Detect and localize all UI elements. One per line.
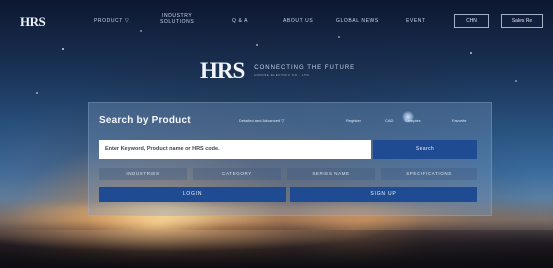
hero-background: HRS PRODUCT ▽ INDUSTRY SOLUTIONS Q & A A…	[0, 0, 553, 268]
favorite-link[interactable]: Favorite	[452, 118, 466, 123]
sales-rep-button[interactable]: Sales Re	[501, 14, 543, 28]
cad-link[interactable]: CAD	[385, 118, 393, 123]
lang-button-chn[interactable]: CHN	[454, 14, 489, 28]
tab-category[interactable]: CATEGORY	[193, 168, 281, 180]
brand-block: HRS CONNECTING THE FUTURE HIROSE ELECTRI…	[200, 57, 355, 85]
search-button[interactable]: Search	[373, 140, 477, 159]
login-button[interactable]: LOGIN	[99, 187, 286, 202]
brand-tagline-block: CONNECTING THE FUTURE HIROSE ELECTRIC CO…	[254, 65, 355, 77]
nav-item-industry-solutions[interactable]: INDUSTRY SOLUTIONS	[160, 13, 194, 25]
register-link[interactable]: Register	[346, 118, 361, 123]
nav-item-qa[interactable]: Q & A	[232, 18, 248, 24]
star	[256, 44, 258, 46]
star	[36, 92, 38, 94]
star	[62, 48, 64, 50]
nav-item-global-news[interactable]: GLOBAL NEWS	[336, 18, 379, 24]
brand-logo: HRS	[200, 58, 245, 83]
search-panel: Search by Product Detailed and Advanced …	[88, 102, 492, 216]
nav-item-event[interactable]: EVENT	[406, 18, 426, 24]
search-input[interactable]: Enter Keyword, Product name or HRS code.	[99, 140, 371, 159]
nav-item-label-line2: SOLUTIONS	[160, 19, 195, 25]
star	[515, 80, 517, 82]
samples-link[interactable]: Samples	[405, 118, 421, 123]
tab-industries[interactable]: INDUSTRIES	[99, 168, 187, 180]
star	[470, 52, 472, 54]
brand-tagline: CONNECTING THE FUTURE	[254, 65, 356, 71]
brand-sub-tagline: HIROSE ELECTRIC CO., LTD.	[254, 73, 311, 77]
signup-button[interactable]: SIGN UP	[290, 187, 477, 202]
top-nav: HRS PRODUCT ▽ INDUSTRY SOLUTIONS Q & A A…	[0, 0, 553, 40]
nav-item-product[interactable]: PRODUCT ▽	[94, 18, 129, 24]
search-panel-title: Search by Product	[99, 115, 191, 126]
ground-silhouette	[0, 230, 553, 268]
tab-specifications[interactable]: SPECIFICATIONS	[381, 168, 477, 180]
tab-series-name[interactable]: SERIES NAME	[287, 168, 375, 180]
detailed-search-link[interactable]: Detailed and Advanced ▽	[239, 118, 284, 123]
nav-logo[interactable]: HRS	[20, 14, 46, 30]
nav-item-about-us[interactable]: ABOUT US	[283, 18, 313, 24]
